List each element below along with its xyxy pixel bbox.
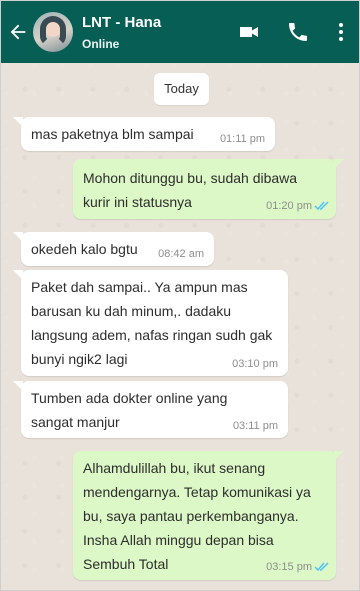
message-bubble-incoming[interactable]: Paket dah sampai.. Ya ampun mas barusan … <box>13 270 288 376</box>
message-text: Alhamdulillah bu, ikut senang mendengarn… <box>83 460 311 572</box>
message-time: 03:11 pm <box>232 420 278 432</box>
read-receipt-icon <box>314 562 329 572</box>
avatar[interactable] <box>33 12 73 52</box>
message-time: 03:10 pm <box>232 358 278 370</box>
contact-name[interactable]: LNT - Hana <box>82 14 161 31</box>
message-time: 01:20 pm <box>266 200 312 212</box>
back-arrow-icon[interactable] <box>7 21 29 43</box>
message-bubble-outgoing[interactable]: Mohon ditunggu bu, sudah dibawa kurir in… <box>73 159 344 219</box>
phone-icon[interactable] <box>286 20 310 44</box>
message-time: 01:11 pm <box>219 133 265 145</box>
contact-status: Online <box>82 37 120 51</box>
date-divider: Today <box>154 73 209 105</box>
message-bubble-incoming[interactable]: mas paketnya blm sampai 01:11 pm <box>13 117 275 151</box>
avatar-image <box>40 16 66 46</box>
chat-header: LNT - Hana Online <box>1 1 359 63</box>
message-bubble-incoming[interactable]: Tumben ada dokter online yang sangat man… <box>13 381 288 438</box>
message-time: 03:15 pm <box>266 561 312 573</box>
chat-screen: LNT - Hana Online Today mas paketnya blm… <box>0 0 360 591</box>
message-bubble-outgoing[interactable]: Alhamdulillah bu, ikut senang mendengarn… <box>73 451 344 580</box>
message-bubble-incoming[interactable]: okedeh kalo bgtu 08:42 am <box>13 232 214 266</box>
more-vertical-icon[interactable] <box>329 20 353 44</box>
video-call-icon[interactable] <box>237 20 261 44</box>
message-time: 08:42 am <box>158 248 204 260</box>
read-receipt-icon <box>314 201 329 211</box>
